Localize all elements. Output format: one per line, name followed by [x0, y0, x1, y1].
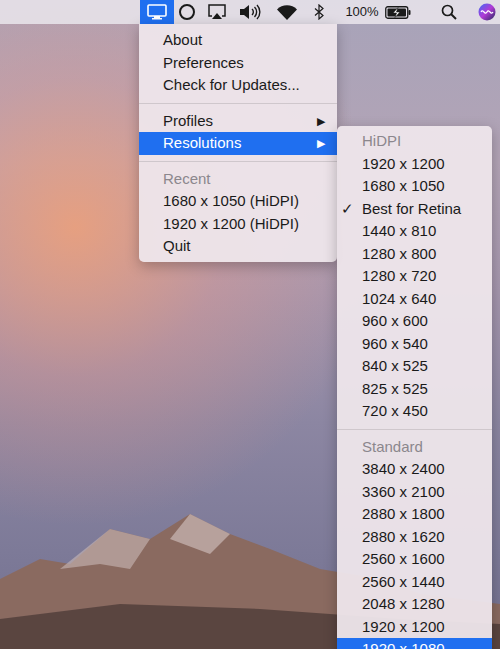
menu-bar: 100% [0, 0, 500, 24]
desktop: 100% AboutPreferencesCheck for Updates...… [0, 0, 500, 649]
resolution-item[interactable]: 1920 x 1200 [337, 616, 492, 639]
menu-item[interactable]: Resolutions▶ [139, 132, 337, 155]
resolution-item[interactable]: 1920 x 1200 [337, 153, 492, 176]
status-item[interactable] [234, 0, 266, 24]
resolution-item[interactable]: 3360 x 2100 [337, 481, 492, 504]
status-item[interactable] [266, 0, 308, 24]
resolution-item[interactable]: 1920 x 1080 [337, 638, 492, 649]
resolution-item[interactable]: 2048 x 1280 [337, 593, 492, 616]
resolution-item[interactable]: 720 x 450 [337, 400, 492, 423]
menu-item[interactable]: 1920 x 1200 (HiDPI) [139, 213, 337, 236]
resolution-item[interactable]: 2880 x 1620 [337, 526, 492, 549]
status-item[interactable] [140, 0, 174, 24]
resolution-item[interactable]: 2560 x 1440 [337, 571, 492, 594]
resolution-item[interactable]: ✓Best for Retina [337, 198, 492, 221]
status-item[interactable] [474, 0, 500, 24]
menu-separator [139, 97, 337, 110]
resolution-item[interactable]: 840 x 525 [337, 355, 492, 378]
resolution-item[interactable]: 825 x 525 [337, 378, 492, 401]
menu-separator [337, 423, 492, 436]
status-item[interactable] [174, 0, 200, 24]
menu-header: Standard [337, 436, 492, 459]
search-icon [441, 4, 457, 20]
bluetooth-icon [314, 4, 324, 20]
resolution-item[interactable]: 1440 x 810 [337, 220, 492, 243]
volume-icon [239, 4, 261, 20]
resolution-item[interactable]: 1680 x 1050 [337, 175, 492, 198]
menu-header: Recent [139, 168, 337, 191]
battery-status: 100% [345, 2, 410, 22]
menu-item[interactable]: 1680 x 1050 (HiDPI) [139, 190, 337, 213]
status-item[interactable] [436, 0, 462, 24]
resolution-item[interactable]: 1280 x 800 [337, 243, 492, 266]
resolution-item[interactable]: 1280 x 720 [337, 265, 492, 288]
airplay-icon [207, 4, 227, 20]
resolution-item[interactable]: 960 x 600 [337, 310, 492, 333]
submenu-arrow-icon: ▶ [317, 113, 325, 130]
main-menu: AboutPreferencesCheck for Updates... Prof… [139, 24, 337, 262]
resolution-item[interactable]: 960 x 540 [337, 333, 492, 356]
status-item[interactable]: 100% [336, 0, 420, 24]
submenu-arrow-icon: ▶ [317, 135, 325, 152]
status-item[interactable] [308, 0, 330, 24]
menu-item[interactable]: Preferences [139, 52, 337, 75]
resolution-item[interactable]: 3840 x 2400 [337, 458, 492, 481]
check-mark-icon: ✓ [337, 198, 362, 221]
battery-percent: 100% [345, 2, 378, 22]
menu-separator [139, 155, 337, 168]
circle-icon [178, 3, 196, 21]
resolutions-submenu: HiDPI1920 x 12001680 x 1050✓Best for Ret… [337, 126, 492, 649]
battery-charging-icon [385, 6, 411, 19]
wifi-icon [276, 4, 298, 20]
resolution-item[interactable]: 2560 x 1600 [337, 548, 492, 571]
resolution-item[interactable]: 2880 x 1800 [337, 503, 492, 526]
menu-item[interactable]: Quit [139, 235, 337, 258]
display-icon [147, 4, 167, 20]
resolution-item[interactable]: 1024 x 640 [337, 288, 492, 311]
menu-item[interactable]: About [139, 29, 337, 52]
status-item[interactable] [200, 0, 234, 24]
menu-item[interactable]: Check for Updates... [139, 74, 337, 97]
siri-icon [478, 3, 496, 21]
menu-item[interactable]: Profiles▶ [139, 110, 337, 133]
menu-header: HiDPI [337, 130, 492, 153]
